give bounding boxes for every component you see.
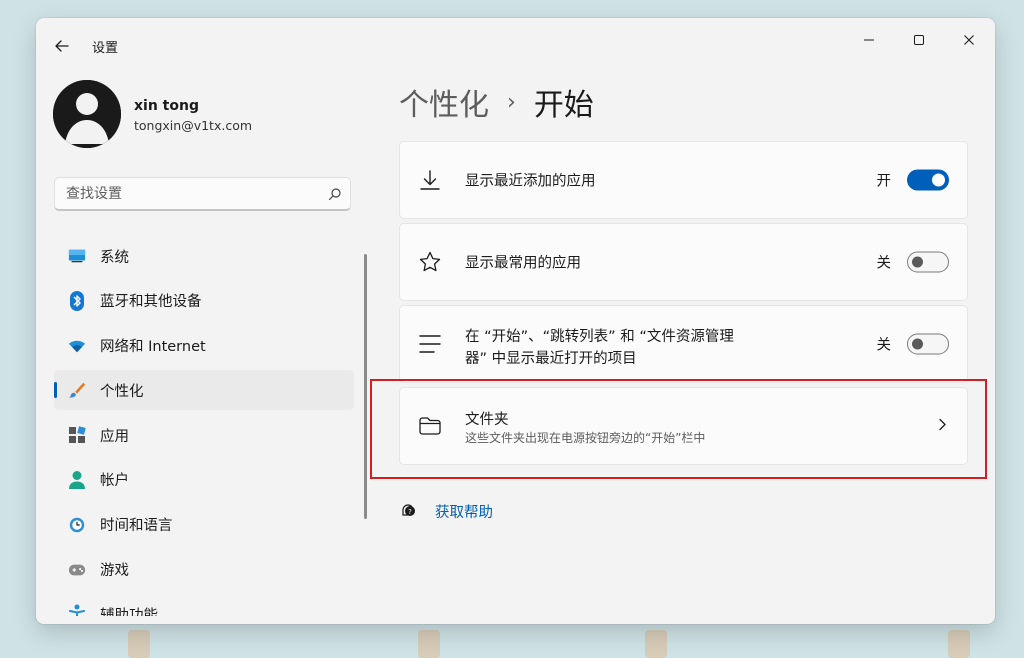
accessibility-icon	[68, 604, 86, 616]
toggle-state-label: 开	[876, 173, 892, 190]
setting-title-line1: 在 “开始”、“跳转列表” 和 “文件资源管理	[465, 329, 734, 345]
sidebar-item-label: 蓝牙和其他设备	[100, 294, 202, 311]
search-box[interactable]	[54, 177, 351, 211]
desktop-decoration	[418, 630, 440, 658]
minimize-icon	[864, 39, 874, 41]
close-button[interactable]	[947, 24, 991, 56]
globe-clock-icon	[68, 516, 86, 534]
sidebar-nav: 系统 蓝牙和其他设备 网络和 Internet 个性化 应用 帐户 时间和语言 …	[54, 236, 354, 616]
setting-title-line2: 器” 中显示最近打开的项目	[465, 351, 637, 367]
help-icon: ?	[399, 500, 417, 522]
avatar[interactable]	[53, 80, 121, 148]
breadcrumb-separator: ›	[507, 89, 516, 115]
sidebar-item-system[interactable]: 系统	[54, 236, 354, 276]
sidebar-scrollbar[interactable]	[364, 254, 367, 519]
sidebar-item-label: 个性化	[100, 383, 144, 400]
user-avatar-icon	[53, 80, 121, 148]
search-icon[interactable]	[320, 179, 350, 209]
sidebar-item-label: 网络和 Internet	[100, 339, 206, 356]
get-help-label: 获取帮助	[435, 504, 493, 521]
desktop-decoration	[645, 630, 667, 658]
desktop-decoration	[948, 630, 970, 658]
setting-card-most-used: 显示最常用的应用 关	[399, 223, 968, 301]
svg-text:?: ?	[408, 508, 412, 516]
gamepad-icon	[68, 561, 86, 579]
bluetooth-icon	[68, 290, 86, 311]
star-icon	[418, 250, 442, 274]
sidebar-item-accessibility[interactable]: 辅助功能	[54, 594, 354, 616]
sidebar-item-label: 游戏	[100, 563, 129, 580]
sidebar-item-gaming[interactable]: 游戏	[54, 550, 354, 590]
sidebar-item-label: 系统	[100, 249, 129, 266]
close-icon	[964, 35, 974, 45]
apps-icon	[68, 426, 86, 444]
sidebar-item-bluetooth[interactable]: 蓝牙和其他设备	[54, 281, 354, 321]
minimize-button[interactable]	[847, 24, 891, 56]
setting-card-recent-items: 在 “开始”、“跳转列表” 和 “文件资源管理 器” 中显示最近打开的项目 关	[399, 305, 968, 383]
monitor-icon	[68, 247, 86, 265]
setting-card-recently-added: 显示最近添加的应用 开	[399, 141, 968, 219]
person-icon	[68, 470, 86, 489]
toggle-state-label: 关	[876, 337, 892, 354]
sidebar-item-label: 辅助功能	[100, 607, 158, 616]
paintbrush-icon	[68, 381, 86, 399]
setting-title: 显示最近添加的应用	[465, 173, 596, 190]
sidebar-item-label: 应用	[100, 428, 129, 445]
back-button[interactable]	[48, 32, 76, 60]
page-title: 开始	[533, 88, 594, 123]
user-email: tongxin@v1tx.com	[134, 118, 253, 133]
sidebar-item-label: 时间和语言	[100, 518, 173, 535]
desktop-decoration	[128, 630, 150, 658]
sidebar-item-personalization[interactable]: 个性化	[54, 370, 354, 411]
maximize-icon	[914, 35, 924, 45]
breadcrumb: 个性化 › 开始	[399, 80, 594, 124]
list-icon	[418, 332, 442, 356]
most-used-toggle[interactable]	[907, 251, 949, 273]
sidebar-item-label: 帐户	[100, 473, 129, 490]
arrow-left-icon	[55, 40, 69, 52]
sidebar-item-apps[interactable]: 应用	[54, 415, 354, 455]
user-name: xin tong	[134, 98, 199, 114]
toggle-state-label: 关	[876, 255, 892, 272]
settings-window: 设置 xin tong tongxin@v1tx.com 系统	[36, 18, 995, 624]
sidebar-item-accounts[interactable]: 帐户	[54, 460, 354, 500]
get-help-link[interactable]: ? 获取帮助	[399, 500, 493, 522]
highlight-box	[370, 379, 987, 479]
breadcrumb-parent[interactable]: 个性化	[399, 80, 489, 124]
app-title: 设置	[92, 41, 119, 56]
wifi-icon	[68, 337, 86, 355]
maximize-button[interactable]	[897, 24, 941, 56]
sidebar-item-time-language[interactable]: 时间和语言	[54, 505, 354, 545]
sidebar-item-network[interactable]: 网络和 Internet	[54, 326, 354, 366]
search-input[interactable]	[55, 177, 320, 210]
recent-items-toggle[interactable]	[907, 333, 949, 355]
download-icon	[418, 168, 442, 192]
recently-added-toggle[interactable]	[907, 169, 949, 191]
setting-title: 显示最常用的应用	[465, 255, 581, 272]
